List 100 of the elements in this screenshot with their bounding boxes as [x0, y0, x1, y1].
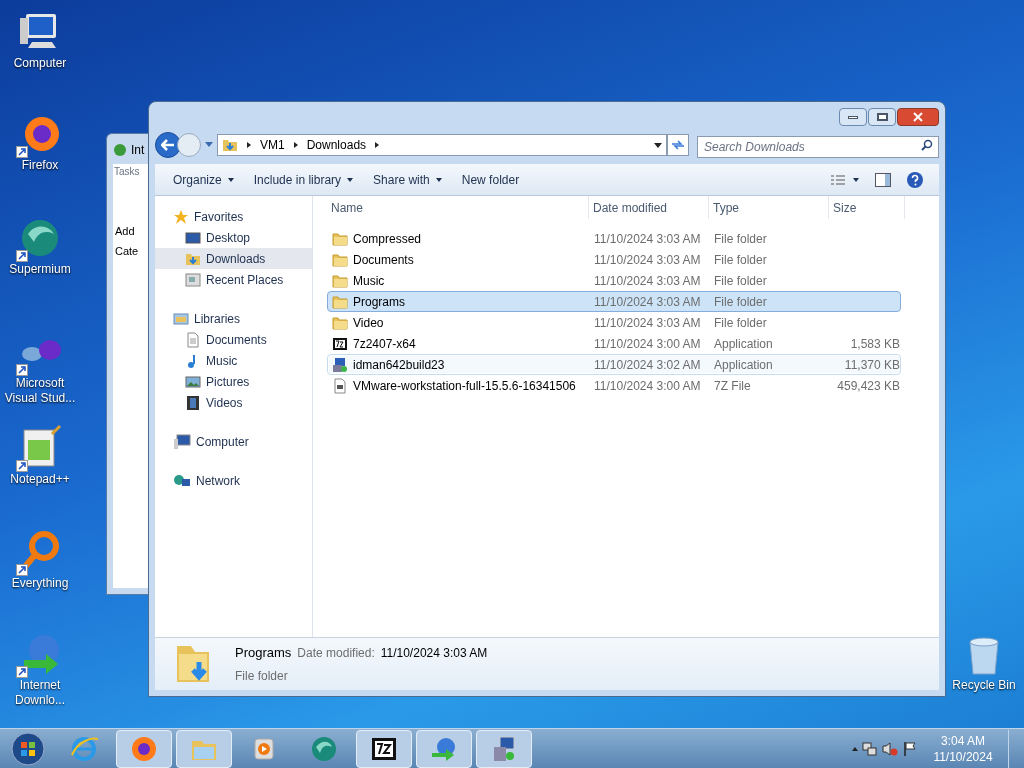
- back-arrow-icon: [161, 139, 175, 151]
- network-icon: [173, 472, 191, 489]
- close-icon: [913, 112, 923, 122]
- desktop-icon-label[interactable]: Internet Downlo...: [0, 678, 80, 708]
- help-icon: [906, 170, 924, 189]
- caret-icon[interactable]: [853, 176, 859, 183]
- toolbar-button[interactable]: New folder: [453, 167, 528, 192]
- nav-item[interactable]: Network: [155, 470, 312, 491]
- windows-logo-icon: [11, 731, 45, 766]
- file-name: 7z2407-x64: [353, 335, 416, 353]
- file-row[interactable]: VMware-workstation-full-15.5.6-16341506 11/10/2024 3:00 AM 7Z File 459,423 KB: [327, 375, 901, 396]
- nav-item[interactable]: Videos: [155, 392, 312, 413]
- film-icon: [185, 394, 201, 411]
- nav-item[interactable]: Pictures: [155, 371, 312, 392]
- forward-button[interactable]: [177, 133, 201, 157]
- taskbar-button[interactable]: [356, 729, 412, 768]
- close-button[interactable]: [897, 108, 939, 126]
- caret-icon[interactable]: [435, 176, 442, 183]
- file-row[interactable]: idman642build23 11/10/2024 3:02 AM Application 11,370 KB: [327, 354, 901, 375]
- column-header[interactable]: Name: [327, 196, 589, 219]
- column-header[interactable]: Type: [709, 196, 829, 219]
- date-cell-text: 11/10/2024 3:00 AM: [593, 377, 702, 395]
- file-name: Compressed: [353, 230, 422, 248]
- desktop-icon-label[interactable]: Everything: [11, 576, 69, 591]
- column-header[interactable]: Size: [829, 196, 905, 219]
- add-button[interactable]: Add: [115, 222, 135, 239]
- desktop-icon-label[interactable]: Microsoft Visual Stud...: [0, 376, 80, 406]
- app-icon: [130, 734, 158, 763]
- breadcrumb-item[interactable]: VM1: [260, 136, 285, 154]
- file-row[interactable]: Music 11/10/2024 3:03 AM File folder: [327, 270, 901, 291]
- type-cell-text: 7Z File: [713, 377, 752, 395]
- refresh-button[interactable]: [667, 134, 689, 156]
- toolbar-button[interactable]: Share with: [365, 167, 450, 192]
- column-header[interactable]: Date modified: [589, 196, 709, 219]
- folder-icon: [332, 293, 348, 310]
- file-name: Programs: [353, 293, 405, 311]
- file-row[interactable]: Documents 11/10/2024 3:03 AM File folder: [327, 249, 901, 270]
- search-icon: [921, 139, 933, 151]
- caret-icon[interactable]: [227, 176, 234, 183]
- file-row[interactable]: 7z2407-x64 11/10/2024 3:00 AM Application 1,583 KB: [327, 333, 901, 354]
- desktop-icon-label[interactable]: Supermium: [9, 262, 71, 277]
- show-hidden-icons-button[interactable]: [852, 745, 858, 752]
- back-button[interactable]: [155, 132, 181, 158]
- file-name: Documents: [353, 251, 414, 269]
- breadcrumb-item[interactable]: Downloads: [306, 136, 367, 154]
- date-cell-text: 11/10/2024 3:03 AM: [593, 293, 702, 311]
- nav-item[interactable]: Downloads: [155, 248, 312, 269]
- toolbar-button[interactable]: Include in library: [245, 167, 362, 192]
- file-name: VMware-workstation-full-15.5.6-16341506: [353, 377, 576, 395]
- nav-item[interactable]: Libraries: [155, 308, 312, 329]
- file-row[interactable]: Video 11/10/2024 3:03 AM File folder: [327, 312, 901, 333]
- network-icon[interactable]: [862, 740, 878, 757]
- libraries-icon: [173, 310, 189, 327]
- type-cell-text: File folder: [713, 293, 768, 311]
- document-icon: [185, 331, 201, 348]
- desktop-icon: [185, 229, 201, 246]
- breadcrumb-arrow-icon[interactable]: [292, 142, 299, 148]
- app-icon: [332, 335, 348, 352]
- file-name: idman642build23: [353, 356, 445, 374]
- nav-item[interactable]: Music: [155, 350, 312, 371]
- list-view-icon: [831, 173, 845, 186]
- detail-label: Date modified:: [297, 645, 375, 663]
- tab[interactable]: Tasks: [113, 164, 141, 179]
- nav-item[interactable]: Desktop: [155, 227, 312, 248]
- app-icon: [70, 734, 98, 763]
- app-icon: [113, 143, 127, 157]
- detail-value: 11/10/2024 3:03 AM: [380, 645, 488, 663]
- folder-icon: [332, 272, 348, 289]
- breadcrumb-arrow-icon[interactable]: [246, 142, 252, 148]
- desktop-icon-label[interactable]: Notepad++: [10, 472, 70, 487]
- nav-item[interactable]: Recent Places: [155, 269, 312, 290]
- maximize-button[interactable]: [868, 108, 896, 126]
- flag-icon[interactable]: [902, 740, 918, 757]
- minimize-button[interactable]: [839, 108, 867, 126]
- file-row[interactable]: Programs 11/10/2024 3:03 AM File folder: [327, 291, 901, 312]
- address-bar[interactable]: VM1 Downloads: [217, 134, 667, 156]
- toolbar-button[interactable]: Organize: [165, 167, 242, 192]
- date-cell-text: 11/10/2024 3:00 AM: [593, 335, 702, 353]
- desktop-icon-label[interactable]: Recycle Bin: [952, 678, 1016, 693]
- date-cell-text: 11/10/2024 3:03 AM: [593, 314, 702, 332]
- file-row[interactable]: Compressed 11/10/2024 3:03 AM File folder: [327, 228, 901, 249]
- star-icon: [173, 208, 189, 225]
- desktop-icon-label[interactable]: Computer: [13, 56, 67, 71]
- type-cell-text: File folder: [713, 251, 768, 269]
- dropdown-arrow-icon[interactable]: [654, 142, 662, 148]
- type-cell-text: Application: [713, 356, 774, 374]
- date-cell-text: 11/10/2024 3:03 AM: [593, 272, 702, 290]
- breadcrumb-arrow-icon[interactable]: [374, 142, 381, 148]
- folder-icon: [332, 230, 348, 247]
- muted-speaker-icon[interactable]: [882, 740, 898, 757]
- nav-item[interactable]: Documents: [155, 329, 312, 350]
- desktop-icon-label[interactable]: Firefox: [21, 158, 59, 173]
- caret-icon[interactable]: [347, 176, 354, 183]
- taskbar-button[interactable]: [116, 729, 172, 768]
- search-field[interactable]: Search Downloads: [697, 136, 939, 158]
- nav-item[interactable]: Favorites: [155, 206, 312, 227]
- date-cell-text: 11/10/2024 3:03 AM: [593, 251, 702, 269]
- type-cell-text: File folder: [713, 230, 768, 248]
- nav-item[interactable]: Computer: [155, 431, 312, 452]
- computer-icon: [173, 433, 191, 450]
